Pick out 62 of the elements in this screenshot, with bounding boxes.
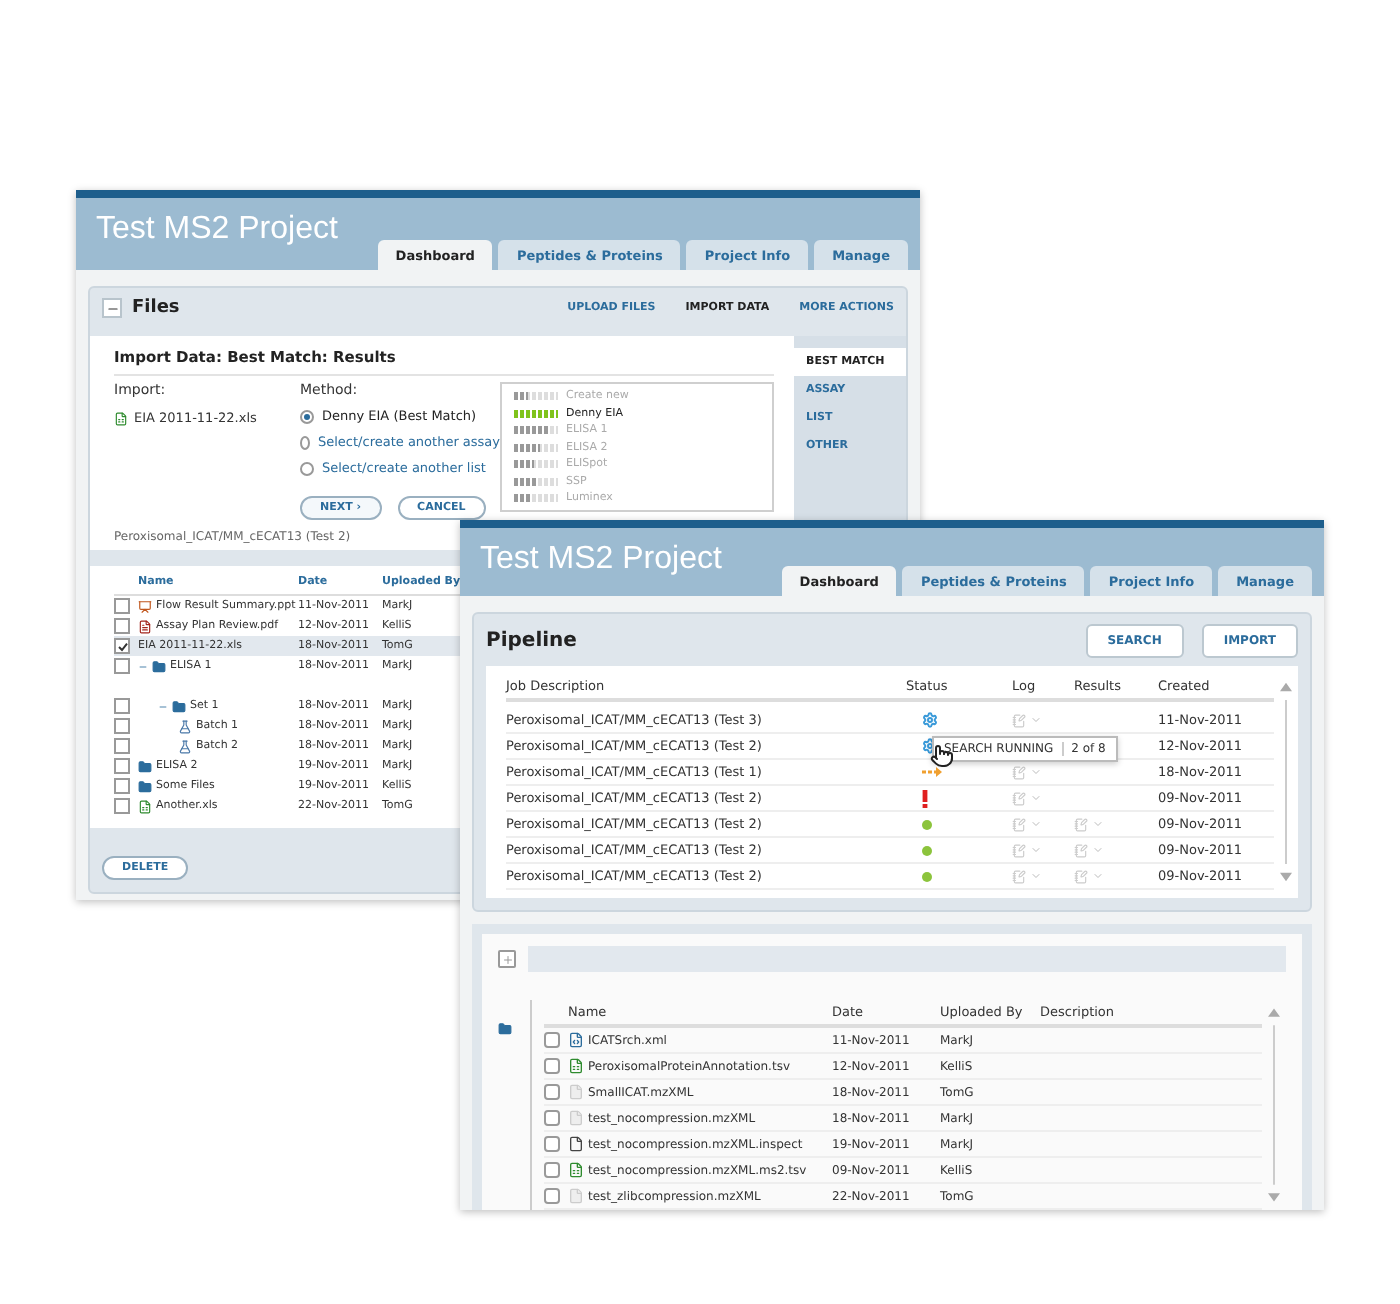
dot-icon (922, 819, 932, 829)
collapse-icon[interactable] (138, 661, 148, 671)
presentation-icon (138, 599, 152, 613)
collapse-icon[interactable] (158, 701, 168, 711)
notepad-icon[interactable] (1074, 817, 1088, 831)
radio-button[interactable] (300, 435, 310, 449)
gear-icon (922, 712, 938, 728)
dot-icon (922, 871, 932, 881)
exclamation-icon (922, 789, 928, 807)
plus-icon (501, 953, 513, 965)
file-icon (568, 1084, 584, 1100)
notepad-icon[interactable] (1012, 843, 1026, 857)
radio-button[interactable] (300, 461, 314, 475)
collapse-button[interactable] (102, 298, 122, 318)
notepad-icon[interactable] (1074, 843, 1088, 857)
folder-icon (138, 779, 152, 793)
flask-icon (178, 739, 192, 753)
spreadsheet-icon (114, 411, 128, 425)
folder-icon[interactable] (498, 1022, 512, 1036)
gear-icon (922, 738, 938, 754)
flask-icon (178, 719, 192, 733)
checkbox[interactable] (114, 758, 130, 774)
checkbox[interactable] (544, 1110, 560, 1126)
window-title: Test MS2 Project (96, 212, 338, 248)
folder-icon (152, 659, 166, 673)
file-icon (568, 1188, 584, 1204)
checkbox[interactable] (544, 1162, 560, 1178)
checkbox[interactable] (114, 638, 130, 654)
notepad-icon[interactable] (1012, 791, 1026, 805)
notepad-icon[interactable] (1074, 869, 1088, 883)
spreadsheet-icon (138, 799, 152, 813)
checkbox[interactable] (544, 1084, 560, 1100)
checkbox[interactable] (544, 1058, 560, 1074)
file-icon (568, 1136, 584, 1152)
checkbox[interactable] (114, 798, 130, 814)
checkbox[interactable] (114, 738, 130, 754)
checkbox[interactable] (114, 718, 130, 734)
file-icon (568, 1110, 584, 1126)
spreadsheet-icon (568, 1162, 584, 1178)
notepad-icon[interactable] (1012, 713, 1026, 727)
panel-title: Files (132, 298, 182, 318)
expand-button[interactable] (498, 950, 516, 968)
checkbox[interactable] (114, 618, 130, 634)
checkbox[interactable] (544, 1136, 560, 1152)
checkbox[interactable] (114, 778, 130, 794)
folder-icon (138, 759, 152, 773)
checkbox[interactable] (544, 1032, 560, 1048)
radio-button[interactable] (300, 409, 314, 423)
document-icon (138, 619, 152, 633)
arrow-icon (922, 766, 942, 778)
notepad-icon[interactable] (1012, 817, 1026, 831)
checkbox[interactable] (544, 1188, 560, 1204)
code-file-icon (568, 1032, 584, 1048)
dot-icon (922, 845, 932, 855)
checkbox[interactable] (114, 598, 130, 614)
spreadsheet-icon (568, 1058, 584, 1074)
notepad-icon[interactable] (1012, 869, 1026, 883)
notepad-icon[interactable] (1012, 765, 1026, 779)
panel-title: Pipeline (486, 629, 579, 651)
checkbox[interactable] (114, 698, 130, 714)
checkbox[interactable] (114, 658, 130, 674)
folder-icon (172, 699, 186, 713)
